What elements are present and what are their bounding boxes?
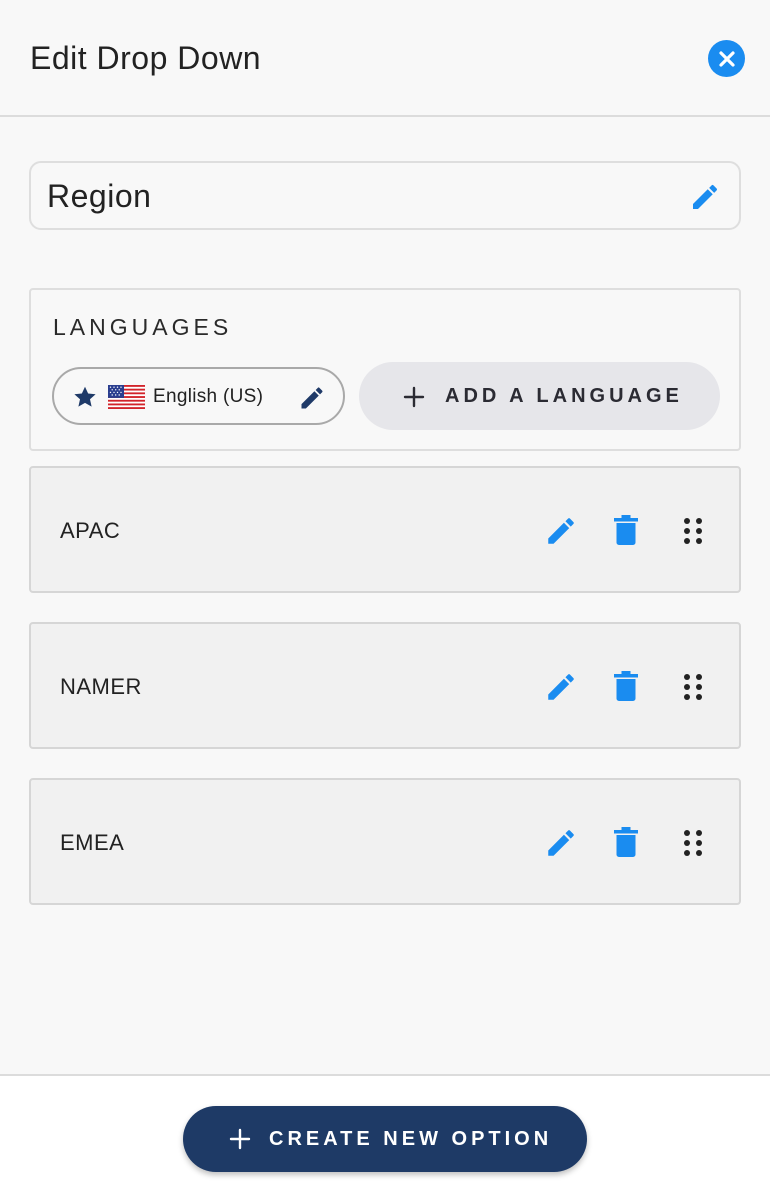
trash-icon[interactable] <box>613 670 639 702</box>
drag-handle-icon[interactable] <box>683 829 703 857</box>
plus-icon <box>229 1128 251 1150</box>
create-new-option-button[interactable]: CREATE NEW OPTION <box>183 1106 587 1172</box>
language-chip-label: English (US) <box>153 386 264 407</box>
option-label: APAC <box>60 518 121 543</box>
add-language-label: ADD A LANGUAGE <box>445 385 683 407</box>
option-row: NAMER <box>29 622 741 749</box>
close-circle-icon <box>718 50 735 67</box>
language-chip-english-us[interactable]: English (US) <box>52 367 345 425</box>
trash-icon[interactable] <box>613 514 639 546</box>
panel-header: Edit Drop Down <box>0 0 770 117</box>
drag-handle-icon[interactable] <box>683 517 703 545</box>
create-new-option-label: CREATE NEW OPTION <box>269 1128 553 1150</box>
pencil-icon[interactable] <box>544 826 578 860</box>
option-row: APAC <box>29 466 741 593</box>
panel-footer: CREATE NEW OPTION <box>0 1074 770 1200</box>
trash-icon[interactable] <box>613 826 639 858</box>
us-flag-icon <box>108 385 145 409</box>
add-language-button[interactable]: ADD A LANGUAGE <box>359 362 720 430</box>
plus-icon <box>403 386 425 408</box>
panel-title: Edit Drop Down <box>30 40 262 76</box>
languages-card: LANGUAGES English (US) ADD A LANGUAGE <box>29 288 741 451</box>
languages-title: LANGUAGES <box>53 314 233 340</box>
option-label: EMEA <box>60 830 125 855</box>
dropdown-name-value: Region <box>47 178 152 214</box>
pencil-icon[interactable] <box>689 181 721 213</box>
option-label: NAMER <box>60 674 142 699</box>
pencil-icon[interactable] <box>298 384 326 412</box>
drag-handle-icon[interactable] <box>683 673 703 701</box>
dropdown-name-field[interactable]: Region <box>29 161 741 230</box>
option-row: EMEA <box>29 778 741 905</box>
pencil-icon[interactable] <box>544 670 578 704</box>
star-icon <box>74 386 96 407</box>
edit-dropdown-panel: Edit Drop Down Region LANGUAGES English … <box>0 0 770 1200</box>
pencil-icon[interactable] <box>544 514 578 548</box>
close-button[interactable] <box>708 40 745 77</box>
